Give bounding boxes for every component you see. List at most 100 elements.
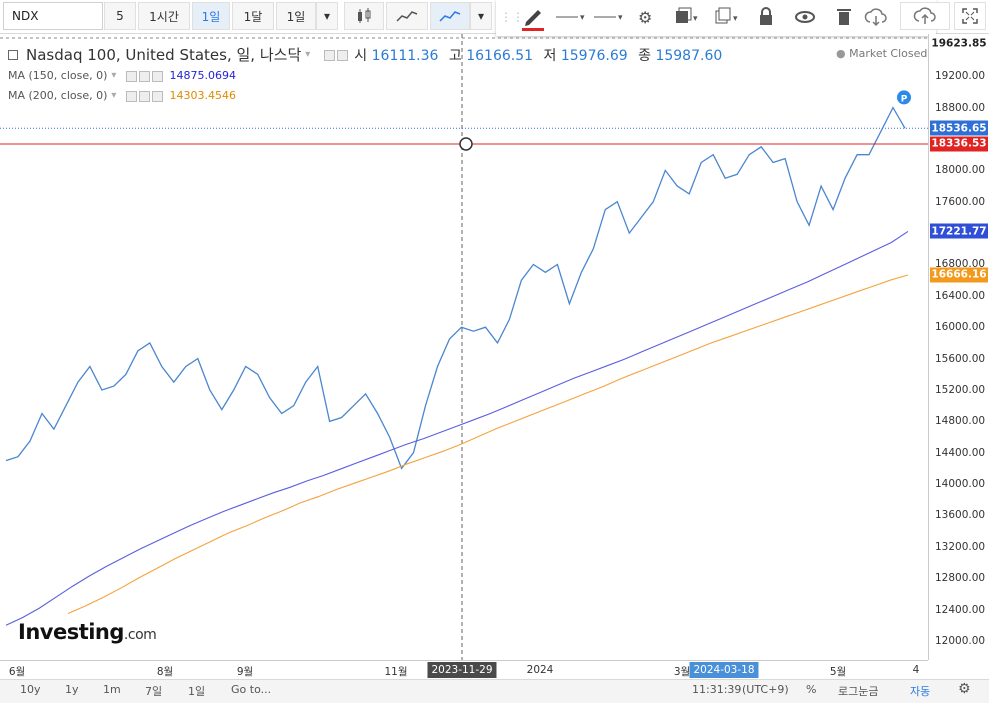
svg-text:▾: ▾ [580, 13, 585, 23]
range-7d-button[interactable]: 7일 [145, 683, 162, 699]
ma200-legend: MA (200, close, 0) ▾ 14303.4546 [8, 89, 236, 102]
auto-scale-button[interactable]: 자동 [910, 683, 930, 699]
price-tick-label: 18800.00 [935, 101, 986, 114]
close-value: 15987.60 [655, 47, 723, 64]
time-tick-label: 2024 [526, 664, 554, 676]
top-toolbar: NDX 5 1시간 1일 1달 1일 ▾ ▾ ⋮⋮ ▾ ▾ ⚙ ▾ ▾ [0, 0, 989, 36]
price-tick-label: 12000.00 [935, 635, 986, 647]
price-tick-label: 14400.00 [935, 446, 986, 459]
interval-dropdown-chevron-icon[interactable]: ▾ [316, 2, 338, 30]
trash-icon[interactable] [836, 6, 852, 28]
price-tick-label: 14000.00 [935, 478, 986, 491]
series-line-2 [67, 274, 909, 615]
time-tick-label: 3월 [673, 666, 691, 678]
range-1y-button[interactable]: 1y [65, 683, 79, 696]
chart-settings-gear-icon[interactable]: ⚙ [958, 681, 971, 697]
price-tick-label: 16400.00 [935, 289, 986, 302]
drawing-toolbar: ⋮⋮ ▾ ▾ ⚙ ▾ ▾ [496, 0, 936, 36]
interval-5-button[interactable]: 5 [104, 2, 136, 30]
ma150-legend: MA (150, close, 0) ▾ 14875.0694 [8, 69, 236, 82]
legend-title-row: Nasdaq 100, United States, 일, 나스닥 ▾ 시 16… [8, 44, 722, 65]
range-10y-button[interactable]: 10y [20, 683, 41, 696]
ma150-value: 14875.0694 [169, 69, 236, 82]
line-style-select-icon[interactable]: ▾ [554, 10, 588, 24]
svg-text:▾: ▾ [618, 13, 623, 23]
price-chart[interactable]: P [0, 34, 928, 660]
crosshair-date-tag: 2023-11-29 [427, 662, 497, 678]
price-tick-label: 17600.00 [935, 195, 986, 208]
time-tick-label: 9월 [236, 666, 254, 678]
time-axis[interactable]: 6월 8월 9월 11월 2024 3월 5월 4 2023-11-29 2024-03-18 [0, 660, 928, 680]
percent-scale-button[interactable]: % [806, 683, 816, 696]
layer-icon[interactable]: ▾ [674, 7, 702, 27]
price-tick-label: 12800.00 [935, 572, 986, 585]
log-scale-button[interactable]: 로그눈금 [838, 683, 878, 699]
price-tick-label: 14800.00 [935, 415, 986, 428]
low-value: 15976.69 [560, 47, 628, 64]
lock-icon[interactable] [758, 7, 774, 27]
market-status: ● Market Closed [836, 47, 928, 60]
time-tick-label: 11월 [384, 666, 408, 678]
price-tick-label: 13200.00 [935, 540, 986, 553]
svg-text:▾: ▾ [693, 14, 698, 24]
ma150-label: MA (150, close, 0) [8, 69, 108, 82]
symbol-input[interactable]: NDX [3, 2, 103, 30]
visibility-toggle-icon[interactable] [324, 46, 350, 64]
p-marker-label: P [901, 94, 908, 104]
cloud-upload-icon[interactable] [900, 2, 950, 30]
price-tick-label: 15200.00 [935, 383, 986, 396]
settings-gear-icon[interactable]: ⚙ [638, 8, 652, 27]
timezone-button[interactable]: (UTC+9) [742, 683, 789, 696]
crosshair-price-tag: 18336.53 [930, 136, 988, 152]
marker-date-tag: 2024-03-18 [689, 662, 759, 678]
chart-area[interactable]: P [0, 34, 928, 660]
time-tick-label: 8월 [156, 666, 174, 678]
ma150-price-tag: 17221.77 [930, 223, 988, 239]
range-1d-button[interactable]: 1일 [188, 683, 205, 699]
interval-1h-button[interactable]: 1시간 [138, 2, 190, 30]
svg-text:▾: ▾ [733, 14, 738, 24]
series-line-0 [5, 106, 906, 470]
title-chevron-icon[interactable]: ▾ [305, 49, 310, 60]
ohlc-values: 시 16111.36 고 16166.51 저 15976.69 종 15987… [354, 47, 723, 64]
ma200-label: MA (200, close, 0) [8, 89, 108, 102]
interval-1d-button[interactable]: 1일 [192, 2, 230, 30]
series-line-1 [5, 230, 909, 626]
collapse-legend-icon[interactable] [8, 49, 18, 60]
visibility-eye-icon[interactable] [794, 8, 816, 26]
ma200-chevron-icon[interactable]: ▾ [111, 90, 116, 101]
interval-1mo-button[interactable]: 1달 [232, 2, 274, 30]
price-tick-label: 15600.00 [935, 352, 986, 365]
range-1m-button[interactable]: 1m [103, 683, 121, 696]
time-tick-label: 6월 [8, 666, 26, 678]
bottom-bar: 10y 1y 1m 7일 1일 Go to... 11:31:39 (UTC+9… [0, 679, 989, 703]
price-tick-label: 16000.00 [935, 321, 986, 334]
candles-chart-icon[interactable] [344, 2, 384, 30]
clone-icon[interactable]: ▾ [714, 7, 742, 27]
time-tick-label: 4 [912, 664, 920, 676]
clock-time: 11:31:39 [692, 683, 742, 696]
chart-type-chevron-icon[interactable]: ▾ [470, 2, 492, 30]
price-tick-label: 19200.00 [935, 70, 986, 83]
area-chart-icon[interactable] [386, 2, 428, 30]
time-tick-label: 5월 [829, 666, 847, 678]
line-chart-icon[interactable] [430, 2, 470, 30]
ma150-controls-icon[interactable] [126, 69, 165, 82]
price-tick-label: 18000.00 [935, 164, 986, 177]
investing-logo: Investing.com [18, 620, 157, 644]
cloud-download-icon[interactable] [864, 6, 888, 28]
high-value: 16166.51 [466, 47, 534, 64]
pen-color-icon[interactable] [518, 4, 548, 31]
interval-select-button[interactable]: 1일 [276, 2, 316, 30]
fullscreen-icon[interactable] [954, 2, 986, 30]
price-axis[interactable]: 19200.00 18800.00 18000.00 17600.00 16800.00… [928, 34, 989, 660]
last-price-tag: 18536.65 [930, 120, 988, 136]
line-width-select-icon[interactable]: ▾ [592, 10, 626, 24]
ma200-controls-icon[interactable] [126, 89, 165, 102]
ma200-value: 14303.4546 [169, 89, 236, 102]
ma150-chevron-icon[interactable]: ▾ [111, 70, 116, 81]
ma200-price-tag: 16666.16 [930, 267, 988, 283]
instrument-title: Nasdaq 100, United States, 일, 나스닥 [26, 46, 302, 64]
crosshair-point-marker [459, 137, 473, 151]
goto-button[interactable]: Go to... [231, 683, 271, 696]
